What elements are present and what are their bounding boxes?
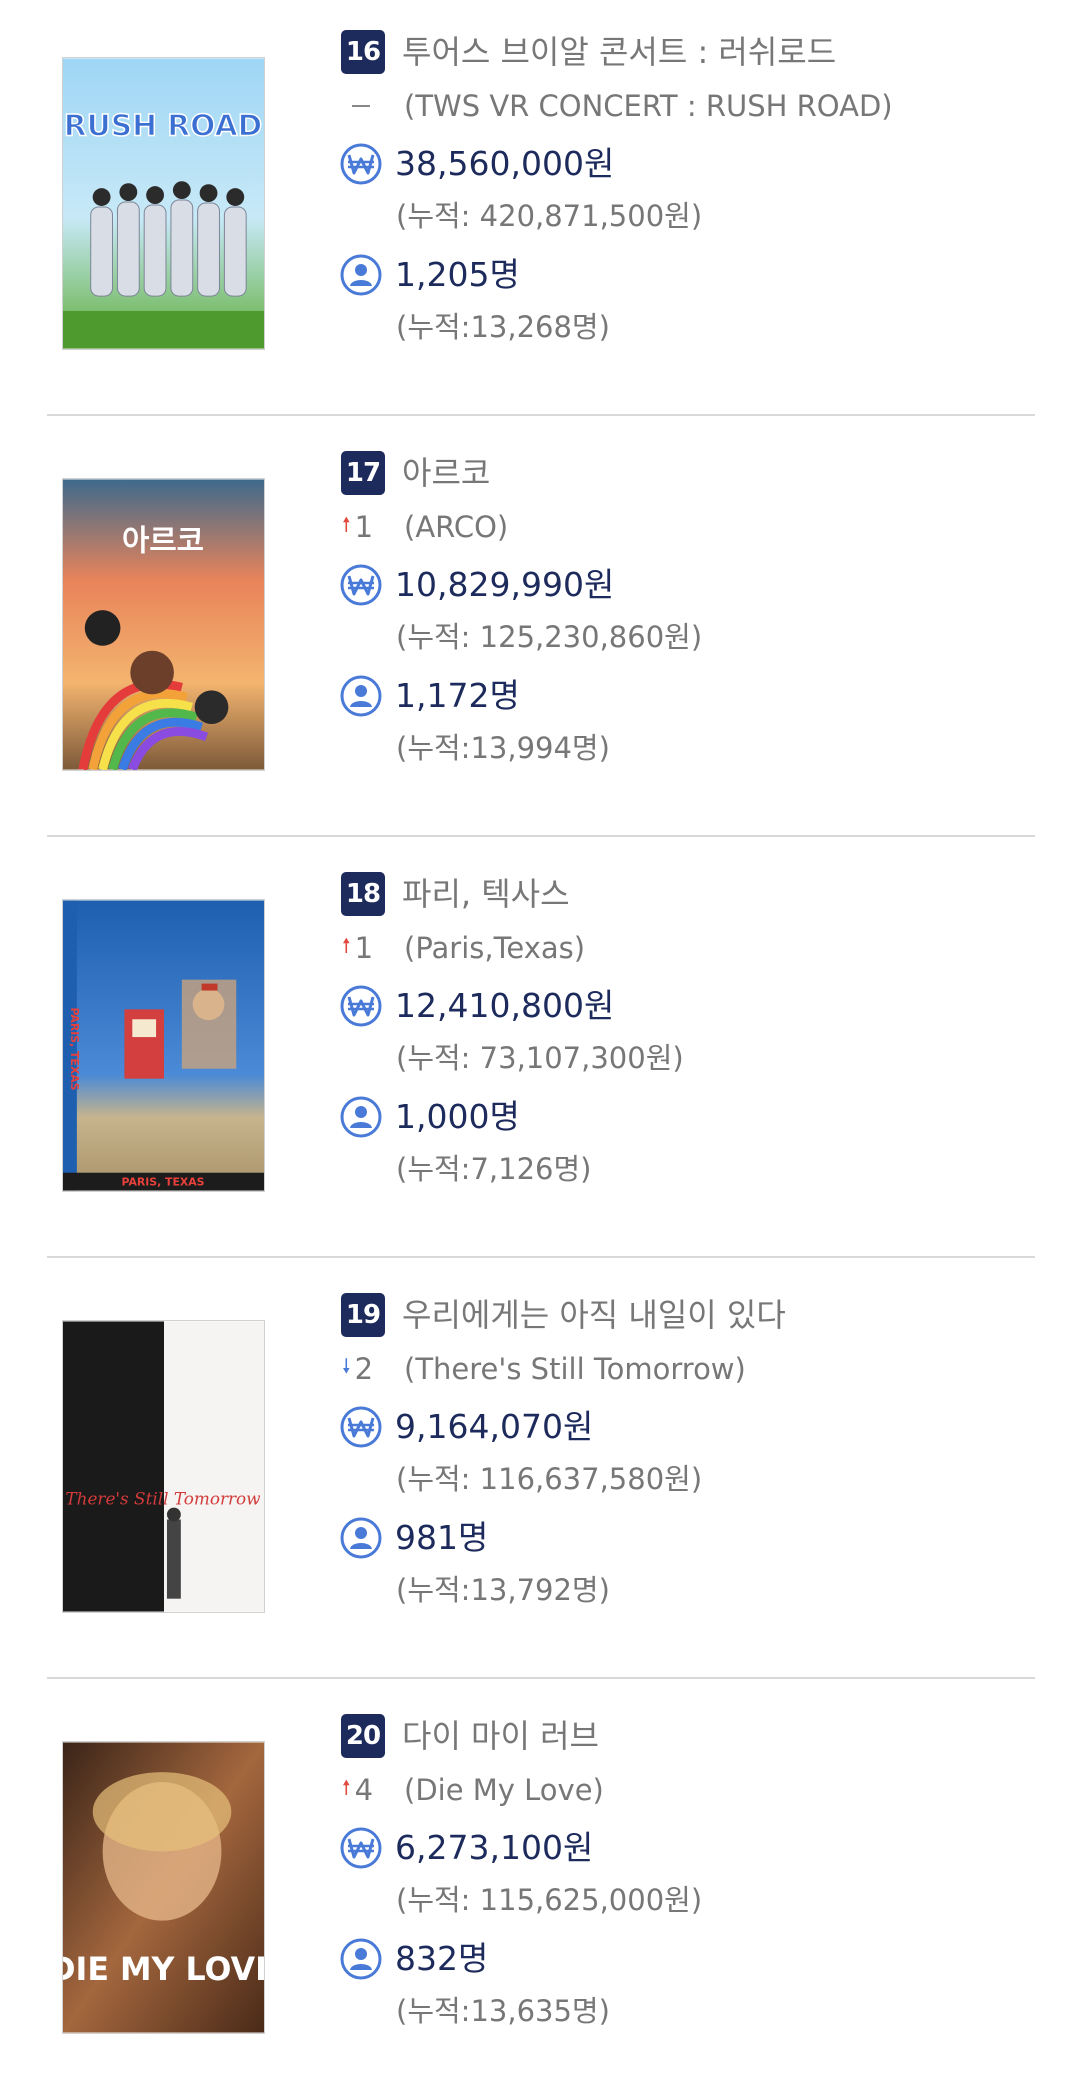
svg-text:RUSH ROAD: RUSH ROAD xyxy=(64,109,262,144)
dash-icon xyxy=(352,105,370,107)
svg-text:PARIS, TEXAS: PARIS, TEXAS xyxy=(68,1007,81,1090)
rank-badge: 18 xyxy=(341,872,385,916)
poster-paris-texas: PARIS, TEXAS PARIS, TEXAS xyxy=(63,900,264,1191)
daily-audience: 1,205명 xyxy=(395,255,520,294)
won-circle-icon xyxy=(339,1405,383,1449)
original-title: (Die My Love) xyxy=(404,1773,604,1807)
poster-rush-road: RUSH ROAD xyxy=(63,58,264,349)
poster-theres-still-tomorrow: There's Still Tomorrow xyxy=(63,1321,264,1612)
cumulative-audience: (누적:7,126명) xyxy=(396,1152,592,1186)
movie-title[interactable]: 우리에게는 아직 내일이 있다 xyxy=(402,1291,786,1339)
daily-sales: 12,410,800원 xyxy=(395,986,615,1025)
person-circle-icon xyxy=(339,1937,383,1981)
rank-badge: 17 xyxy=(341,451,385,495)
divider xyxy=(47,835,1035,837)
daily-sales: 9,164,070원 xyxy=(395,1407,594,1446)
rank-change-value: 1 xyxy=(354,510,374,544)
list-item[interactable]: There's Still Tomorrow 19 우리에게는 아직 내일이 있… xyxy=(0,1263,1080,1684)
rank-change: 🠕 4 xyxy=(342,1768,373,1812)
divider xyxy=(47,1677,1035,1679)
original-title: (ARCO) xyxy=(404,510,509,544)
arrow-down-icon: 🠗 xyxy=(342,1354,351,1378)
rank-badge: 20 xyxy=(341,1714,385,1758)
daily-sales: 10,829,990원 xyxy=(395,565,615,604)
daily-sales: 6,273,100원 xyxy=(395,1828,594,1867)
rank-change-value: 4 xyxy=(354,1773,374,1807)
list-item[interactable]: 아르코 17 아르코 🠕 1 (ARCO) 10,829,990원 (누적: 1… xyxy=(0,421,1080,842)
rank-badge: 19 xyxy=(341,1293,385,1337)
person-circle-icon xyxy=(339,1516,383,1560)
arrow-up-icon: 🠕 xyxy=(342,1775,351,1799)
poster-image[interactable]: There's Still Tomorrow xyxy=(62,1320,265,1613)
cumulative-sales: (누적: 420,871,500원) xyxy=(396,199,703,233)
daily-audience: 981명 xyxy=(395,1518,489,1557)
box-office-list: RUSH ROAD 16 투어스 브이알 콘서트: 러쉬로드 (TWS VR … xyxy=(0,0,1080,2085)
cumulative-sales: (누적: 73,107,300원) xyxy=(396,1041,684,1075)
rank-badge: 16 xyxy=(341,30,385,74)
divider xyxy=(47,1256,1035,1258)
svg-text:PARIS, TEXAS: PARIS, TEXAS xyxy=(121,1176,204,1189)
daily-audience: 1,172명 xyxy=(395,676,520,715)
svg-text:아르코: 아르코 xyxy=(122,524,204,559)
list-item[interactable]: PARIS, TEXAS PARIS, TEXAS 18 파리, 텍사스 🠕 1… xyxy=(0,842,1080,1263)
daily-audience: 1,000명 xyxy=(395,1097,520,1136)
original-title: (There's Still Tomorrow) xyxy=(404,1352,746,1386)
daily-sales: 38,560,000원 xyxy=(395,144,615,183)
cumulative-audience: (누적:13,994명) xyxy=(396,731,610,765)
movie-title[interactable]: 다이 마이 러브 xyxy=(402,1712,599,1760)
movie-title[interactable]: 아르코 xyxy=(402,449,490,497)
won-circle-icon xyxy=(339,984,383,1028)
daily-audience: 832명 xyxy=(395,1939,489,1978)
won-circle-icon xyxy=(339,142,383,186)
rank-change: 🠗 2 xyxy=(342,1347,373,1391)
won-circle-icon xyxy=(339,563,383,607)
arrow-up-icon: 🠕 xyxy=(342,933,351,957)
poster-image[interactable]: RUSH ROAD xyxy=(62,57,265,350)
svg-text:DIE MY LOVE: DIE MY LOVE xyxy=(63,1952,264,1988)
cumulative-sales: (누적: 115,625,000원) xyxy=(396,1883,703,1917)
poster-image[interactable]: PARIS, TEXAS PARIS, TEXAS xyxy=(62,899,265,1192)
svg-text:There's Still Tomorrow: There's Still Tomorrow xyxy=(65,1489,261,1509)
poster-die-my-love: DIE MY LOVE xyxy=(63,1742,264,2033)
original-title: (Paris,Texas) xyxy=(404,931,586,965)
cumulative-audience: (누적:13,635명) xyxy=(396,1994,610,2028)
won-circle-icon xyxy=(339,1826,383,1870)
cumulative-audience: (누적:13,268명) xyxy=(396,310,610,344)
list-item[interactable]: RUSH ROAD 16 투어스 브이알 콘서트: 러쉬로드 (TWS VR … xyxy=(0,0,1080,421)
rank-change-value: 1 xyxy=(354,931,374,965)
movie-title[interactable]: 파리, 텍사스 xyxy=(402,870,570,918)
rank-change xyxy=(342,84,370,128)
poster-image[interactable]: DIE MY LOVE xyxy=(62,1741,265,2034)
poster-arco: 아르코 xyxy=(63,479,264,770)
rank-change: 🠕 1 xyxy=(342,926,373,970)
movie-title[interactable]: 투어스 브이알 콘서트 : 러쉬로드 xyxy=(402,28,836,76)
cumulative-sales: (누적: 116,637,580원) xyxy=(396,1462,703,1496)
rank-change: 🠕 1 xyxy=(342,505,373,549)
person-circle-icon xyxy=(339,253,383,297)
divider xyxy=(47,414,1035,416)
person-circle-icon xyxy=(339,674,383,718)
person-circle-icon xyxy=(339,1095,383,1139)
arrow-up-icon: 🠕 xyxy=(342,512,351,536)
list-item[interactable]: DIE MY LOVE 20 다이 마이 러브 🠕 4 (Die My Love… xyxy=(0,1684,1080,2085)
cumulative-sales: (누적: 125,230,860원) xyxy=(396,620,703,654)
rank-change-value: 2 xyxy=(354,1352,374,1386)
original-title: (TWS VR CONCERT : RUSH ROAD) xyxy=(404,89,893,123)
cumulative-audience: (누적:13,792명) xyxy=(396,1573,610,1607)
poster-image[interactable]: 아르코 xyxy=(62,478,265,771)
